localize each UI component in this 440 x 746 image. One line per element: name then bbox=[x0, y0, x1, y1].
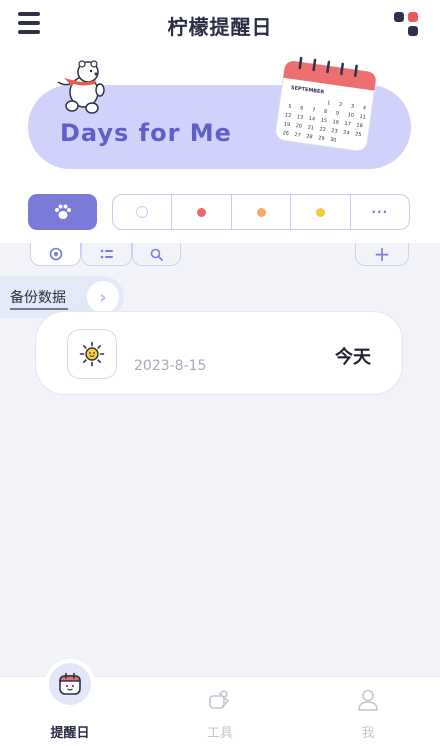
red-dot-icon bbox=[197, 207, 207, 217]
svg-text:20: 20 bbox=[295, 123, 302, 130]
svg-text:19: 19 bbox=[283, 121, 290, 128]
search-icon bbox=[150, 248, 163, 261]
banner-text: Days for Me bbox=[60, 119, 232, 147]
svg-text:15: 15 bbox=[320, 117, 327, 124]
event-date: 2023-8-15 bbox=[134, 358, 207, 374]
svg-text:14: 14 bbox=[308, 116, 315, 123]
svg-text:26: 26 bbox=[282, 130, 289, 137]
svg-text:17: 17 bbox=[344, 121, 351, 128]
paw-icon bbox=[54, 204, 71, 219]
color-filter-yellow[interactable] bbox=[290, 195, 349, 229]
nav-label-tools: 工具 bbox=[206, 726, 233, 741]
page-title: 柠檬提醒日 bbox=[167, 15, 273, 39]
svg-text:25: 25 bbox=[355, 131, 362, 138]
nav-active-bubble bbox=[45, 659, 95, 709]
svg-text:29: 29 bbox=[318, 135, 325, 142]
paw-filter-button[interactable] bbox=[28, 194, 97, 230]
tab-list[interactable] bbox=[81, 243, 132, 266]
calendar-illustration: SEPTEMBER 1234 5 6 7 8 9 10 11 12 13 14 15 16 17 18 … bbox=[275, 56, 377, 152]
nav-label-reminders: 提醒日 bbox=[50, 726, 90, 741]
plus-icon: + bbox=[373, 242, 391, 266]
svg-text:10: 10 bbox=[347, 112, 354, 119]
backup-underline bbox=[10, 308, 68, 310]
nav-item-me[interactable]: 我 bbox=[318, 677, 418, 746]
nav-label-me: 我 bbox=[361, 726, 375, 741]
chevron-right-icon: › bbox=[87, 281, 119, 313]
yellow-dot-icon bbox=[315, 207, 325, 217]
list-icon bbox=[100, 249, 113, 259]
svg-text:21: 21 bbox=[307, 125, 314, 132]
user-icon bbox=[358, 689, 378, 711]
svg-text:16: 16 bbox=[332, 119, 339, 126]
tab-target[interactable] bbox=[30, 243, 81, 266]
more-filters-button[interactable]: ··· bbox=[349, 195, 409, 229]
color-filter-red[interactable] bbox=[171, 195, 230, 229]
svg-text:24: 24 bbox=[343, 130, 350, 137]
svg-text:12: 12 bbox=[285, 112, 292, 119]
svg-text:23: 23 bbox=[331, 128, 338, 135]
svg-text:22: 22 bbox=[319, 126, 326, 133]
filter-bar: ··· bbox=[28, 193, 411, 231]
hollow-circle-icon bbox=[136, 206, 149, 218]
calendar-face-icon bbox=[59, 672, 81, 695]
bottom-nav: 提醒日 工具 我 bbox=[0, 659, 440, 746]
sun-icon bbox=[67, 329, 117, 379]
tab-search[interactable] bbox=[132, 243, 181, 266]
app-header: 柠檬提醒日 bbox=[0, 0, 440, 48]
color-filter-orange[interactable] bbox=[230, 195, 290, 229]
svg-text:13: 13 bbox=[296, 114, 303, 121]
target-icon bbox=[49, 247, 62, 261]
more-icon: ··· bbox=[371, 205, 389, 219]
color-filter-group: ··· bbox=[112, 194, 410, 230]
event-card[interactable]: 2023-8-15 今天 bbox=[35, 311, 403, 395]
backup-label: 备份数据 bbox=[10, 290, 66, 306]
add-button[interactable]: + bbox=[355, 243, 409, 266]
svg-text:27: 27 bbox=[294, 132, 301, 139]
nav-item-tools[interactable]: 工具 bbox=[170, 677, 270, 746]
orange-dot-icon bbox=[256, 207, 266, 217]
nav-item-reminders[interactable]: 提醒日 bbox=[20, 659, 120, 746]
polar-bear-illustration bbox=[57, 60, 105, 114]
svg-text:28: 28 bbox=[306, 134, 313, 141]
color-filter-none[interactable] bbox=[113, 195, 171, 229]
svg-text:30: 30 bbox=[330, 137, 337, 144]
four-dots-icon[interactable] bbox=[394, 12, 420, 38]
svg-text:18: 18 bbox=[356, 122, 363, 129]
svg-text:11: 11 bbox=[359, 114, 366, 121]
tools-icon bbox=[209, 690, 229, 709]
event-status: 今天 bbox=[335, 347, 371, 368]
